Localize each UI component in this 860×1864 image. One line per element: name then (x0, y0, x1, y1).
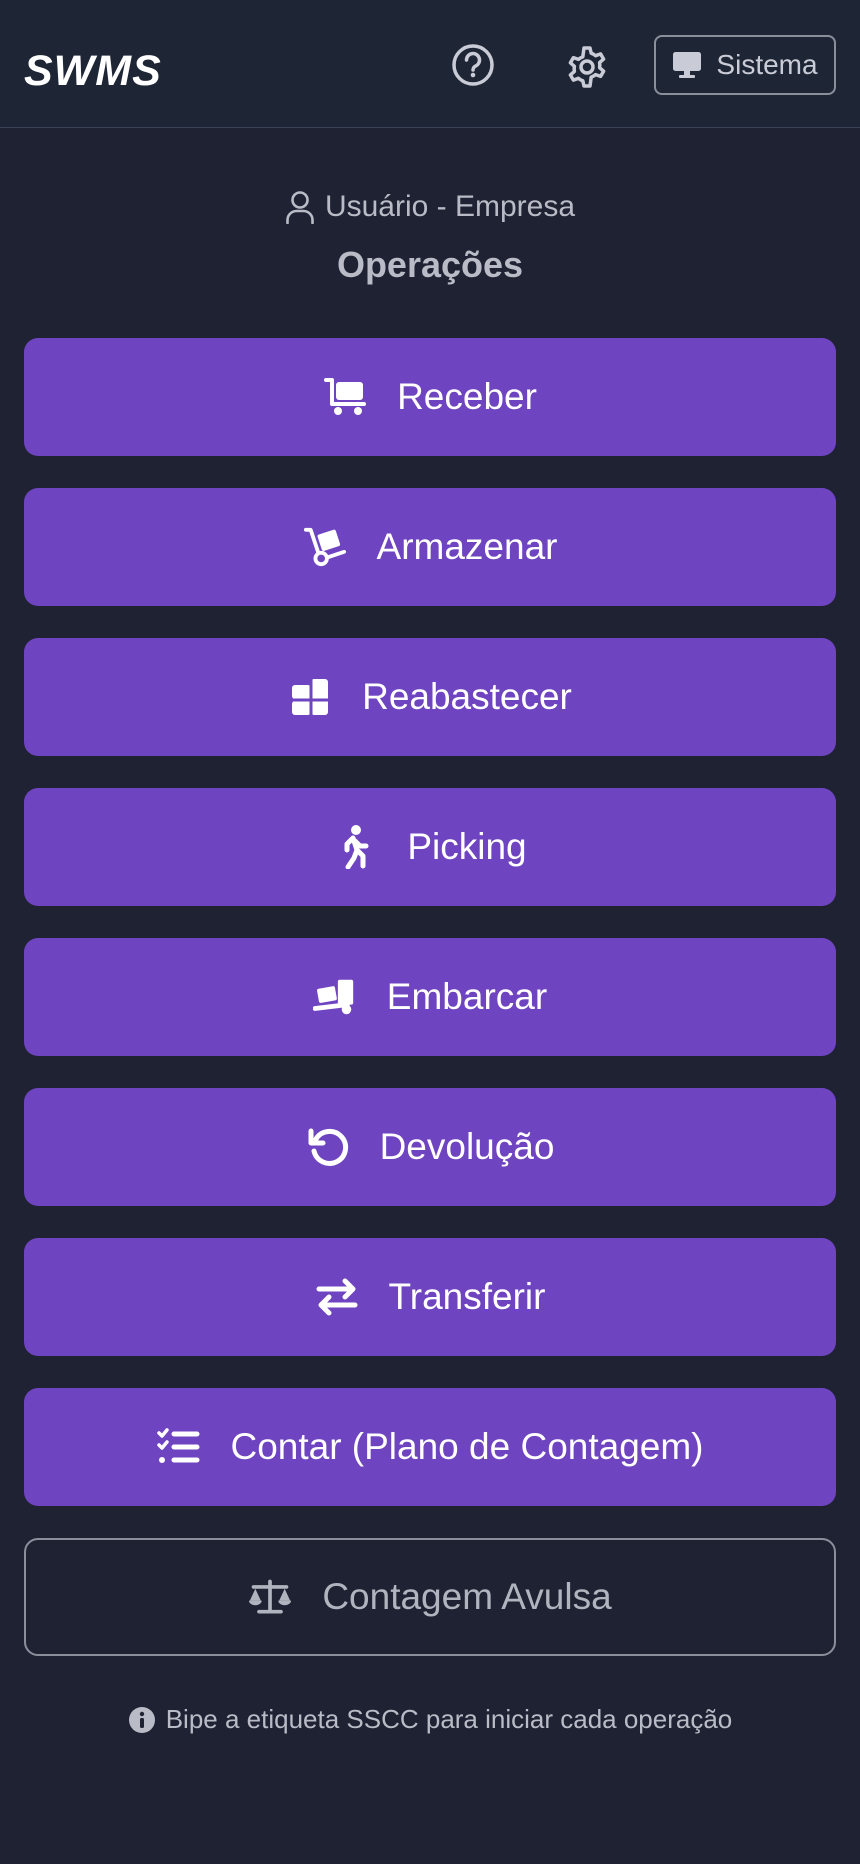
checklist-icon (156, 1425, 200, 1469)
scale-icon (248, 1575, 292, 1619)
monitor-icon (673, 52, 702, 78)
info-icon (128, 1706, 155, 1733)
scan-hint: Bipe a etiqueta SSCC para iniciar cada o… (0, 1704, 860, 1735)
contar-label: Contar (Plano de Contagem) (230, 1426, 704, 1467)
devolucao-button[interactable]: Devolução (24, 1088, 836, 1206)
user-info: Usuário - Empresa (0, 190, 860, 224)
system-button-label: Sistema (716, 49, 818, 80)
armazenar-button[interactable]: Armazenar (24, 488, 836, 606)
embarcar-label: Embarcar (386, 976, 548, 1017)
armazenar-label: Armazenar (376, 526, 558, 567)
help-button[interactable] (450, 42, 496, 88)
contar-button[interactable]: Contar (Plano de Contagem) (24, 1388, 836, 1506)
settings-button[interactable] (562, 42, 612, 92)
cart-flatbed-icon (323, 375, 367, 419)
walking-person-icon (333, 825, 377, 869)
contagem-avulsa-button[interactable]: Contagem Avulsa (24, 1538, 836, 1656)
picking-button[interactable]: Picking (24, 788, 836, 906)
question-circle-icon (452, 44, 494, 86)
receber-button[interactable]: Receber (24, 338, 836, 456)
svg-text:SWMS: SWMS (24, 48, 162, 90)
reabastecer-button[interactable]: Reabastecer (24, 638, 836, 756)
scan-hint-text: Bipe a etiqueta SSCC para iniciar cada o… (165, 1704, 733, 1734)
contagem-avulsa-label: Contagem Avulsa (322, 1576, 612, 1617)
transfer-arrows-icon (315, 1275, 359, 1319)
stacked-boxes-icon (288, 675, 332, 719)
picking-label: Picking (407, 826, 527, 867)
devolucao-label: Devolução (379, 1126, 555, 1167)
page-title: Operações (336, 244, 524, 285)
gear-icon (568, 46, 606, 88)
swms-logo: SWMS (24, 48, 162, 90)
transferir-label: Transferir (388, 1276, 546, 1317)
reabastecer-label: Reabastecer (362, 676, 572, 717)
user-label: Usuário - Empresa (324, 190, 576, 223)
hand-truck-icon (303, 525, 347, 569)
truck-loading-icon (312, 975, 357, 1019)
transferir-button[interactable]: Transferir (24, 1238, 836, 1356)
receber-label: Receber (397, 376, 537, 417)
user-icon (286, 191, 314, 224)
operations-list: Receber Armazenar Reabastecer Picking Em… (24, 338, 836, 1688)
undo-icon (306, 1125, 350, 1169)
system-button[interactable]: Sistema (654, 35, 836, 95)
top-bar: SWMS Sistema (0, 0, 860, 128)
embarcar-button[interactable]: Embarcar (24, 938, 836, 1056)
